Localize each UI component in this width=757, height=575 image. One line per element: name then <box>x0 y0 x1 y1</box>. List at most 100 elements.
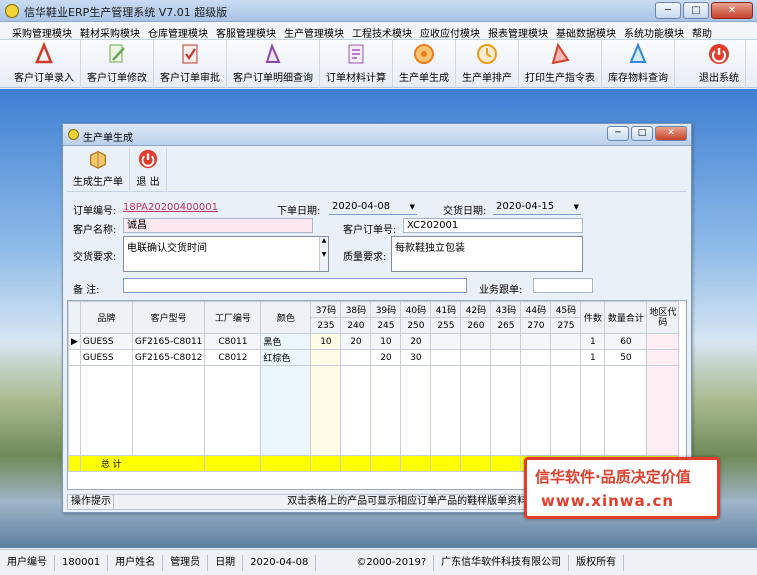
cell-total: 50 <box>604 349 648 366</box>
print-icon <box>551 42 570 65</box>
status-date: 2020-04-08 <box>243 554 317 571</box>
cell-color[interactable]: 红棕色 <box>260 349 312 366</box>
book-icon <box>89 150 107 169</box>
child-exit-button[interactable]: 退 出 <box>130 148 167 192</box>
size-header: 38码 <box>340 301 372 318</box>
status-user-name: 管理员 <box>163 554 209 571</box>
cell-qty[interactable]: 10 <box>310 333 342 350</box>
child-close-button[interactable]: ✕ <box>655 126 687 141</box>
cell-brand[interactable]: GUESS <box>79 349 133 366</box>
cell-brand[interactable]: GUESS <box>79 333 133 350</box>
menu-accounts[interactable]: 应收应付模块 <box>416 22 484 40</box>
cell-qty[interactable] <box>490 349 522 366</box>
cell-pieces[interactable]: 1 <box>580 349 606 366</box>
remark-field[interactable] <box>123 278 467 293</box>
quality-req-label: 质量要求: <box>343 252 387 263</box>
title-bar[interactable]: 信华鞋业ERP生产管理系统 V7.01 超级版 ─ □ ✕ <box>0 0 757 22</box>
generate-icon <box>414 44 434 64</box>
cell-qty[interactable] <box>520 333 552 350</box>
cell-area[interactable] <box>646 349 680 366</box>
cell-color[interactable]: 黑色 <box>260 333 312 350</box>
cell-qty[interactable]: 10 <box>370 333 402 350</box>
cell-qty[interactable] <box>340 349 372 366</box>
app-logo-icon <box>5 4 19 18</box>
close-button[interactable]: ✕ <box>711 2 753 19</box>
menu-engineering[interactable]: 工程技术模块 <box>348 22 416 40</box>
menu-system[interactable]: 系统功能模块 <box>620 22 688 40</box>
scrollbar[interactable]: ▲ ▼ <box>319 237 328 271</box>
child-title-bar[interactable]: 生产单生成 ─ □ ✕ <box>63 124 691 146</box>
menu-reports[interactable]: 报表管理模块 <box>484 22 552 40</box>
grid-header-color: 颜色 <box>260 301 312 334</box>
sales-field[interactable] <box>533 278 593 293</box>
cell-qty[interactable]: 20 <box>370 349 402 366</box>
cell-qty[interactable]: 20 <box>400 333 432 350</box>
cell-qty[interactable] <box>430 333 462 350</box>
table-row[interactable]: ▶ GUESS GF2165-C8011 C8011 黑色 10 20 10 2… <box>68 333 680 350</box>
cell-qty[interactable] <box>550 349 582 366</box>
maximize-button[interactable]: □ <box>683 2 709 19</box>
toolbar-order-query-button[interactable]: 客户订单明细查询 <box>227 40 320 88</box>
order-no-label: 订单编号: <box>73 206 117 217</box>
cell-model[interactable]: GF2165-C8011 <box>131 333 206 350</box>
order-date-picker[interactable]: 2020-04-08 <box>329 200 417 215</box>
cell-qty[interactable] <box>490 333 522 350</box>
menu-basic-data[interactable]: 基础数据模块 <box>552 22 620 40</box>
child-maximize-button[interactable]: □ <box>631 126 653 141</box>
production-order-window: 生产单生成 ─ □ ✕ 生成生产单 退 出 订单编号: 18PA20200400… <box>62 123 692 513</box>
child-toolbar: 生成生产单 退 出 <box>67 148 687 192</box>
cell-qty[interactable] <box>460 349 492 366</box>
size-num-header: 275 <box>550 317 582 334</box>
toolbar-order-approve-button[interactable]: 客户订单审批 <box>154 40 227 88</box>
size-num-header: 265 <box>490 317 522 334</box>
menu-material-purchase[interactable]: 鞋材采购模块 <box>76 22 144 40</box>
toolbar-exit-button[interactable]: 退出系统 <box>693 40 746 88</box>
menu-warehouse[interactable]: 仓库管理模块 <box>144 22 212 40</box>
cell-total: 60 <box>604 333 648 350</box>
child-minimize-button[interactable]: ─ <box>607 126 629 141</box>
size-num-header: 270 <box>520 317 552 334</box>
menu-customer-service[interactable]: 客服管理模块 <box>212 22 280 40</box>
table-row[interactable]: GUESS GF2165-C8012 C8012 红棕色 20 30 1 50 <box>68 349 680 366</box>
cell-qty[interactable] <box>460 333 492 350</box>
schedule-icon <box>477 44 497 64</box>
size-header: 44码 <box>520 301 552 318</box>
size-header: 40码 <box>400 301 432 318</box>
toolbar-generate-button[interactable]: 生产单生成 <box>393 40 456 88</box>
toolbar-print-button[interactable]: 打印生产指令表 <box>519 40 602 88</box>
delivery-req-textarea[interactable]: 电联确认交货时间 ▲ ▼ <box>123 236 329 272</box>
toolbar-order-entry-button[interactable]: 客户订单录入 <box>8 40 81 88</box>
cell-qty[interactable] <box>520 349 552 366</box>
toolbar-material-calc-button[interactable]: 订单材料计算 <box>320 40 393 88</box>
row-indicator <box>68 349 81 366</box>
cell-factory[interactable]: C8012 <box>204 349 262 366</box>
cust-order-field[interactable]: XC202001 <box>403 218 583 233</box>
cell-factory[interactable]: C8011 <box>204 333 262 350</box>
generate-order-button[interactable]: 生成生产单 <box>67 148 130 192</box>
empty-rows <box>68 365 680 456</box>
cell-qty[interactable] <box>310 349 342 366</box>
size-header: 39码 <box>370 301 402 318</box>
cell-qty[interactable]: 30 <box>400 349 432 366</box>
menu-purchase[interactable]: 采购管理模块 <box>8 22 76 40</box>
customer-field[interactable]: 诚昌 <box>123 218 313 233</box>
cell-qty[interactable] <box>550 333 582 350</box>
delivery-date-picker[interactable]: 2020-04-15 <box>493 200 581 215</box>
menu-production[interactable]: 生产管理模块 <box>280 22 348 40</box>
exit-icon <box>138 149 158 169</box>
promo-slogan: 信华软件·品质决定价值 <box>535 468 691 486</box>
cell-qty[interactable] <box>430 349 462 366</box>
minimize-button[interactable]: ─ <box>655 2 681 19</box>
toolbar-stock-query-button[interactable]: 库存物料查询 <box>602 40 675 88</box>
toolbar-schedule-button[interactable]: 生产单排产 <box>456 40 519 88</box>
window-title: 信华鞋业ERP生产管理系统 V7.01 超级版 <box>24 6 228 19</box>
cell-pieces[interactable]: 1 <box>580 333 606 350</box>
exit-icon <box>709 44 729 64</box>
size-num-header: 255 <box>430 317 462 334</box>
cell-qty[interactable]: 20 <box>340 333 372 350</box>
cell-model[interactable]: GF2165-C8012 <box>131 349 206 366</box>
cell-area[interactable] <box>646 333 680 350</box>
quality-req-textarea[interactable]: 每款鞋独立包装 <box>391 236 583 272</box>
menu-help[interactable]: 帮助 <box>688 22 716 40</box>
toolbar-order-edit-button[interactable]: 客户订单修改 <box>81 40 154 88</box>
